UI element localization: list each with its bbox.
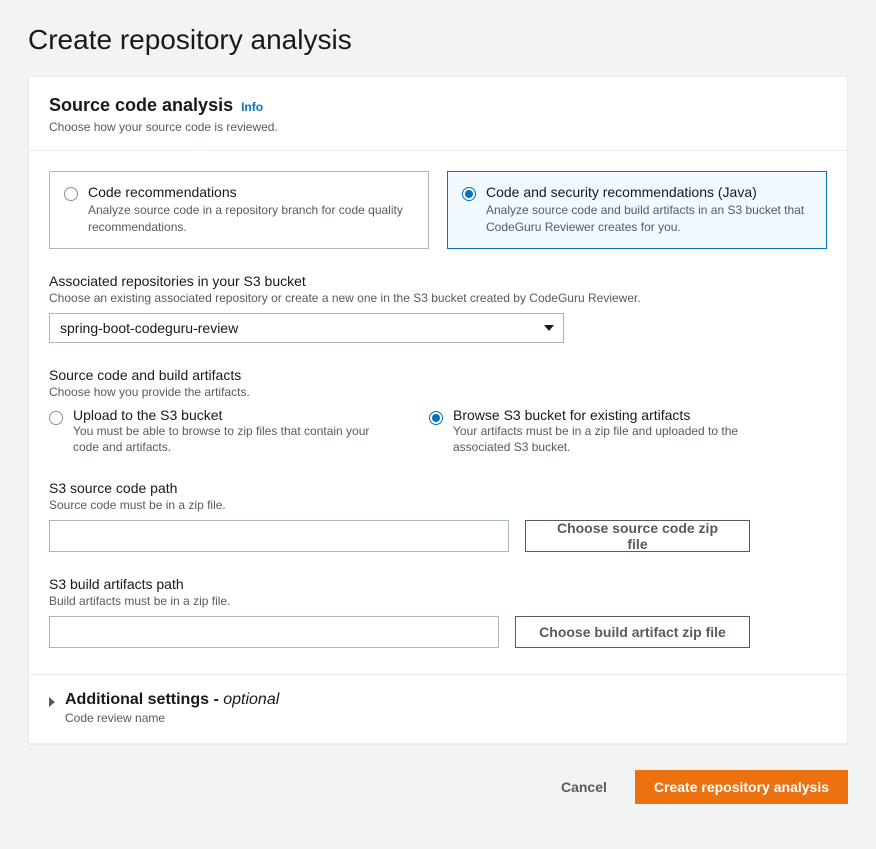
chevron-down-icon <box>544 325 554 331</box>
option-upload-s3[interactable]: Upload to the S3 bucket You must be able… <box>49 407 389 457</box>
radio-desc: You must be able to browse to zip files … <box>73 423 389 457</box>
select-value: spring-boot-codeguru-review <box>49 313 564 343</box>
option-desc: Analyze source code and build artifacts … <box>486 202 812 236</box>
source-path-label: S3 source code path <box>49 480 827 496</box>
additional-optional-text: optional <box>223 691 279 708</box>
caret-right-icon <box>49 697 55 707</box>
additional-settings-toggle[interactable]: Additional settings - optional Code revi… <box>29 674 847 743</box>
radio-title: Browse S3 bucket for existing artifacts <box>453 407 769 423</box>
build-path-desc: Build artifacts must be in a zip file. <box>49 594 827 608</box>
choose-source-zip-button[interactable]: Choose source code zip file <box>525 520 750 552</box>
choose-build-zip-button[interactable]: Choose build artifact zip file <box>515 616 750 648</box>
panel-subtitle: Choose how your source code is reviewed. <box>49 120 827 134</box>
radio-icon <box>64 187 78 201</box>
source-code-analysis-panel: Source code analysis Info Choose how you… <box>28 76 848 744</box>
build-path-input[interactable] <box>49 616 499 648</box>
additional-settings-sub: Code review name <box>65 711 279 725</box>
panel-title: Source code analysis <box>49 95 233 116</box>
assoc-repo-label: Associated repositories in your S3 bucke… <box>49 273 827 289</box>
create-analysis-button[interactable]: Create repository analysis <box>635 770 848 804</box>
additional-settings-title: Additional settings - optional <box>65 691 279 709</box>
panel-header: Source code analysis Info Choose how you… <box>29 77 847 151</box>
page-title: Create repository analysis <box>28 24 848 56</box>
source-path-desc: Source code must be in a zip file. <box>49 498 827 512</box>
radio-icon <box>429 411 443 425</box>
artifacts-source-desc: Choose how you provide the artifacts. <box>49 385 827 399</box>
build-path-label: S3 build artifacts path <box>49 576 827 592</box>
option-desc: Analyze source code in a repository bran… <box>88 202 414 236</box>
analysis-type-options: Code recommendations Analyze source code… <box>49 171 827 249</box>
assoc-repo-select[interactable]: spring-boot-codeguru-review <box>49 313 564 343</box>
option-title: Code recommendations <box>88 184 414 200</box>
option-browse-s3[interactable]: Browse S3 bucket for existing artifacts … <box>429 407 769 457</box>
assoc-repo-desc: Choose an existing associated repository… <box>49 291 827 305</box>
option-title: Code and security recommendations (Java) <box>486 184 812 200</box>
additional-title-text: Additional settings - <box>65 691 223 708</box>
radio-icon <box>462 187 476 201</box>
radio-icon <box>49 411 63 425</box>
action-bar: Cancel Create repository analysis <box>28 770 848 804</box>
source-path-input[interactable] <box>49 520 509 552</box>
artifacts-source-options: Upload to the S3 bucket You must be able… <box>49 407 827 457</box>
option-code-security-recommendations[interactable]: Code and security recommendations (Java)… <box>447 171 827 249</box>
option-code-recommendations[interactable]: Code recommendations Analyze source code… <box>49 171 429 249</box>
info-link[interactable]: Info <box>241 100 263 114</box>
radio-title: Upload to the S3 bucket <box>73 407 389 423</box>
artifacts-source-label: Source code and build artifacts <box>49 367 827 383</box>
cancel-button[interactable]: Cancel <box>545 770 623 804</box>
radio-desc: Your artifacts must be in a zip file and… <box>453 423 769 457</box>
